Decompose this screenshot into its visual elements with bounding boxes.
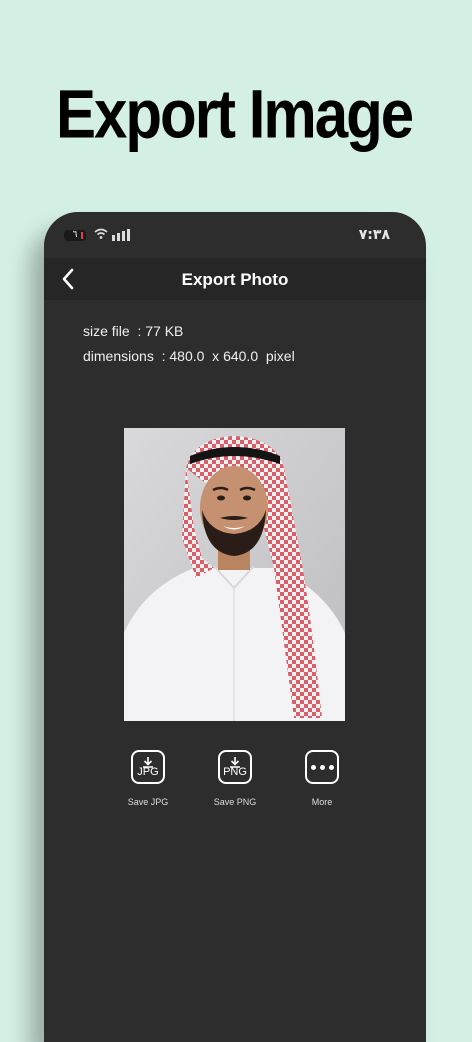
download-jpg-icon: JPG bbox=[131, 750, 165, 784]
status-bar: ٦ ٧:٣٨ bbox=[44, 212, 426, 258]
nav-bar: Export Photo bbox=[44, 258, 426, 300]
dimensions-text: dimensions : 480.0 x 640.0 pixel bbox=[83, 348, 295, 364]
more-label: More bbox=[311, 797, 333, 807]
export-actions: JPG Save JPG PNG Save PNG More bbox=[44, 750, 426, 820]
download-png-icon: PNG bbox=[218, 750, 252, 784]
page-title: Export Photo bbox=[181, 270, 289, 289]
phone-frame: ٦ ٧:٣٨ Export Photo size file : 77 KB di… bbox=[44, 212, 426, 1042]
promo-headline: Export Image bbox=[56, 75, 414, 153]
more-icon bbox=[305, 750, 339, 784]
wifi-icon bbox=[94, 228, 108, 239]
signal-icon bbox=[112, 229, 130, 241]
battery-icon: ٦ bbox=[64, 230, 86, 241]
exported-photo bbox=[124, 428, 345, 721]
more-button[interactable]: More bbox=[287, 750, 357, 807]
file-size-text: size file : 77 KB bbox=[83, 323, 184, 339]
jpg-ext-label: JPG bbox=[137, 765, 159, 778]
save-png-label: Save PNG bbox=[213, 797, 257, 807]
portrait-photo-icon bbox=[124, 428, 345, 721]
png-ext-label: PNG bbox=[223, 765, 247, 778]
save-png-button[interactable]: PNG Save PNG bbox=[200, 750, 270, 807]
save-jpg-button[interactable]: JPG Save JPG bbox=[113, 750, 183, 807]
battery-level: ٦ bbox=[72, 230, 78, 240]
status-time: ٧:٣٨ bbox=[358, 227, 390, 243]
save-jpg-label: Save JPG bbox=[127, 797, 169, 807]
